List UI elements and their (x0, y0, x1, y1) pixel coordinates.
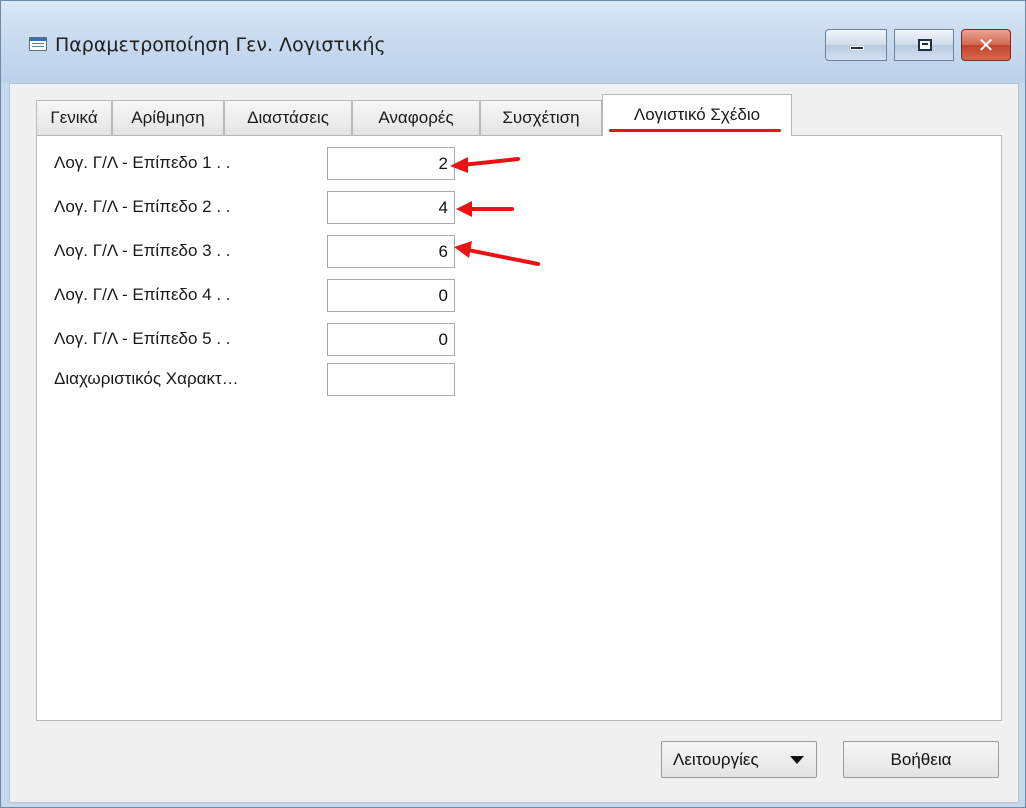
close-button[interactable]: ✕ (961, 29, 1011, 61)
tab-label: Λογιστικό Σχέδιο (633, 105, 761, 124)
setup-window: Παραμετροποίηση Γεν. Λογιστικής ✕ Γενικά… (0, 0, 1026, 808)
tab-label: Αναφορές (378, 108, 454, 127)
field-label: Λογ. Γ/Λ - Επίπεδο 3 . . (54, 241, 231, 260)
level-1-input[interactable]: 2 (327, 147, 455, 180)
functions-button-label: Λειτουργίες (673, 750, 759, 769)
arrow-icon (456, 201, 514, 217)
maximize-icon (918, 39, 932, 51)
tab-chart-of-accounts[interactable]: Λογιστικό Σχέδιο (602, 94, 792, 136)
title-bar[interactable]: Παραμετροποίηση Γεν. Λογιστικής ✕ (1, 1, 1025, 83)
annotation-underline (609, 129, 781, 132)
tab-numbering[interactable]: Αρίθμηση (112, 100, 224, 135)
level-3-input[interactable]: 6 (327, 235, 455, 268)
minimize-button[interactable] (825, 29, 887, 61)
level-4-input[interactable]: 0 (327, 279, 455, 312)
dialog-client-area: Γενικά Αρίθμηση Διαστάσεις Αναφορές Συσχ… (9, 83, 1019, 803)
tab-general[interactable]: Γενικά (36, 100, 112, 135)
field-label: Διαχωριστικός Χαρακτ… (54, 369, 239, 388)
field-label: Λογ. Γ/Λ - Επίπεδο 1 . . (54, 153, 231, 172)
help-button-label: Βοήθεια (890, 750, 952, 769)
field-label: Λογ. Γ/Λ - Επίπεδο 4 . . (54, 285, 231, 304)
maximize-button[interactable] (894, 29, 954, 61)
arrow-icon (454, 241, 540, 266)
tab-label: Αρίθμηση (131, 108, 205, 127)
form-icon (29, 37, 47, 51)
level-2-input[interactable]: 4 (327, 191, 455, 224)
help-button[interactable]: Βοήθεια (843, 741, 999, 778)
tab-mapping[interactable]: Συσχέτιση (480, 100, 602, 135)
field-label: Λογ. Γ/Λ - Επίπεδο 5 . . (54, 329, 231, 348)
tab-reports[interactable]: Αναφορές (352, 100, 480, 135)
tab-label: Συσχέτιση (502, 108, 580, 127)
tab-label: Γενικά (50, 108, 98, 127)
tab-dimensions[interactable]: Διαστάσεις (224, 100, 352, 135)
annotation-arrows (450, 157, 540, 266)
minimize-icon (850, 46, 864, 50)
separator-character-input[interactable] (327, 363, 455, 396)
window-title: Παραμετροποίηση Γεν. Λογιστικής (55, 34, 386, 56)
dropdown-arrow-icon (790, 756, 804, 764)
functions-button[interactable]: Λειτουργίες (661, 741, 817, 778)
close-icon: ✕ (977, 33, 995, 57)
level-5-input[interactable]: 0 (327, 323, 455, 356)
field-label: Λογ. Γ/Λ - Επίπεδο 2 . . (54, 197, 231, 216)
tab-label: Διαστάσεις (247, 108, 329, 127)
arrow-icon (450, 157, 520, 173)
